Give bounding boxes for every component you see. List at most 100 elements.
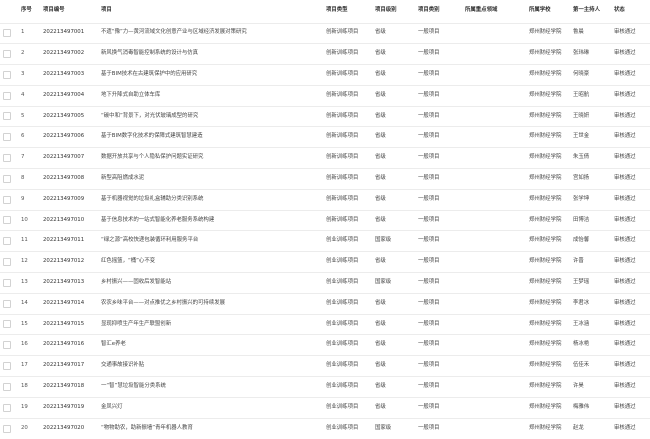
project-name[interactable]: 不遗“豫”力—黄河流域文化创意产业与区域经济发展对策研究 xyxy=(98,23,323,44)
project-name[interactable]: 新风换气消毒智能控制系统的设计与仿真 xyxy=(98,44,323,65)
project-name[interactable]: 显现抑喷生产年生产联盟创新 xyxy=(98,314,323,335)
project-type: 创业训练项目 xyxy=(326,341,359,348)
table-row[interactable]: 19 202213497019 金凤兴灯 创业训练项目 省级 一般项目 郑州财经学院 梅雅伟 审… xyxy=(0,397,650,418)
project-level: 省级 xyxy=(375,299,386,306)
table-row[interactable]: 8 202213497008 新型高阻燃成水泥 创新训练项目 省级 一般项目 郑州财经学院 宫… xyxy=(0,168,650,190)
row-checkbox[interactable] xyxy=(3,424,11,433)
row-checkbox[interactable] xyxy=(3,361,11,370)
header-field[interactable]: 所属重点领域 xyxy=(462,0,526,23)
project-name[interactable]: “绿之源”高校快递包装循环利用服务平台 xyxy=(98,231,323,252)
row-checkbox[interactable] xyxy=(3,299,11,308)
table-row[interactable]: 10 202213497010 基于信息技术的一站式智能化养老服务系统构建 创新训练项… xyxy=(0,210,650,231)
project-school: 郑州财经学院 xyxy=(529,195,562,202)
header-school[interactable]: 所属学校 xyxy=(526,0,570,23)
table-row[interactable]: 3 202213497003 基于BIM技术在古建筑保护中的应用研究 创新训练项目 省级… xyxy=(0,64,650,86)
project-type: 创新训练项目 xyxy=(326,154,359,161)
project-level: 省级 xyxy=(375,341,386,348)
project-code: 202213497015 xyxy=(43,320,85,327)
project-name[interactable]: 基于机器视觉的垃圾礼盒辅助分类识别系统 xyxy=(98,189,323,210)
table-row[interactable]: 11 202213497011 “绿之源”高校快递包装循环利用服务平台 创业训练项目 国… xyxy=(0,230,650,252)
project-name[interactable]: 新型高阻燃成水泥 xyxy=(98,169,323,190)
row-checkbox[interactable] xyxy=(3,153,11,162)
table-row[interactable]: 7 202213497007 数据开放共享与个人隐私保护问题实证研究 创新训练项目 省级… xyxy=(0,147,650,169)
project-field xyxy=(462,231,526,252)
header-status[interactable]: 状态 xyxy=(611,0,650,23)
project-name[interactable]: 农农乡味平台——对点推优之乡村振兴的可持续发展 xyxy=(98,293,323,314)
row-checkbox[interactable] xyxy=(3,174,11,183)
row-checkbox[interactable] xyxy=(3,70,11,79)
project-type: 创新训练项目 xyxy=(326,29,359,36)
table-row[interactable]: 4 202213497004 地下升降式自助立体车库 创新训练项目 省级 一般项目 郑州财经… xyxy=(0,85,650,106)
header-category[interactable]: 项目类别 xyxy=(415,0,462,23)
project-name[interactable]: 金凤兴灯 xyxy=(98,397,323,418)
header-index: 序号 xyxy=(21,7,32,14)
project-field xyxy=(462,377,526,398)
row-checkbox[interactable] xyxy=(3,382,11,391)
header-name[interactable]: 项目 xyxy=(98,0,323,23)
row-checkbox[interactable] xyxy=(3,195,11,204)
project-category: 一般项目 xyxy=(418,403,440,410)
row-checkbox[interactable] xyxy=(3,49,11,58)
project-level: 省级 xyxy=(375,216,386,223)
project-name[interactable]: “碳中和”背景下，对光伏玻璃成型的研究 xyxy=(98,106,323,127)
project-type: 创新训练项目 xyxy=(326,71,359,78)
project-name[interactable]: 红色摇篮，“桶”心不变 xyxy=(98,252,323,273)
row-checkbox[interactable] xyxy=(3,320,11,329)
header-type[interactable]: 项目类型 xyxy=(323,0,372,23)
project-name[interactable]: “物物助农，助新振墙”青年机器人教育 xyxy=(98,418,323,439)
project-category: 一般项目 xyxy=(418,424,440,431)
project-name[interactable]: 一“智”慧垃圾智能分类系统 xyxy=(98,377,323,398)
table-row[interactable]: 14 202213497014 农农乡味平台——对点推优之乡村振兴的可持续发展 创业训… xyxy=(0,293,650,314)
project-school: 郑州财经学院 xyxy=(529,175,562,181)
header-code[interactable]: 项目编号 xyxy=(40,0,98,23)
row-checkbox[interactable] xyxy=(3,29,11,38)
row-checkbox[interactable] xyxy=(3,341,11,350)
table-row[interactable]: 18 202213497018 一“智”慧垃圾智能分类系统 创业训练项目 省级 一般项目 郑… xyxy=(0,376,650,398)
project-level: 省级 xyxy=(375,320,386,327)
table-row[interactable]: 12 202213497012 红色摇篮，“桶”心不变 创业训练项目 省级 一般项目 郑州财… xyxy=(0,251,650,273)
project-field xyxy=(462,106,526,127)
table-row[interactable]: 17 202213497017 交通事故接识补贴 创业训练项目 省级 一般项目 郑州财经学院… xyxy=(0,355,650,377)
row-checkbox[interactable] xyxy=(3,91,11,100)
row-checkbox[interactable] xyxy=(3,133,11,142)
table-row[interactable]: 1 202213497001 不遗“豫”力—黄河流域文化创意产业与区域经济发展对策研… xyxy=(0,23,650,44)
header-level[interactable]: 项目级别 xyxy=(372,0,415,23)
row-index: 20 xyxy=(21,424,28,431)
project-name[interactable]: 地下升降式自助立体车库 xyxy=(98,85,323,106)
project-field xyxy=(462,293,526,314)
row-checkbox[interactable] xyxy=(3,278,11,287)
row-checkbox[interactable] xyxy=(3,257,11,266)
row-index: 9 xyxy=(21,195,25,202)
table-row[interactable]: 5 202213497005 “碳中和”背景下，对光伏玻璃成型的研究 创新训练项目 省级… xyxy=(0,106,650,127)
project-category: 一般项目 xyxy=(418,237,440,244)
row-checkbox[interactable] xyxy=(3,403,11,412)
table-row[interactable]: 15 202213497015 显现抑喷生产年生产联盟创新 创业训练项目 省级 一般项目 郑… xyxy=(0,314,650,335)
project-code: 202213497008 xyxy=(43,175,85,181)
project-name[interactable]: 智汇e养老 xyxy=(98,335,323,356)
row-checkbox[interactable] xyxy=(3,237,11,246)
table-row[interactable]: 16 202213497016 智汇e养老 创业训练项目 省级 一般项目 郑州财经学院 杨冰艳… xyxy=(0,334,650,356)
project-name[interactable]: 乡村振兴——固收后发智能站 xyxy=(98,273,323,294)
header-leader[interactable]: 第一主持人 xyxy=(570,0,611,23)
row-checkbox[interactable] xyxy=(3,112,11,121)
table-row[interactable]: 6 202213497006 基于BIM数字化技术的保障式建筑智慧建造 创新训练项目 省… xyxy=(0,126,650,148)
table-row[interactable]: 20 202213497020 “物物助农，助新振墙”青年机器人教育 创业训练项目 国家… xyxy=(0,418,650,439)
project-name[interactable]: 数据开放共享与个人隐私保护问题实证研究 xyxy=(98,148,323,169)
row-select-cell xyxy=(0,418,18,439)
project-code: 202213497011 xyxy=(43,237,85,244)
project-name[interactable]: 基于BIM技术在古建筑保护中的应用研究 xyxy=(98,65,323,86)
project-category: 一般项目 xyxy=(418,278,440,285)
row-index: 10 xyxy=(21,216,28,223)
project-field xyxy=(462,273,526,294)
project-name[interactable]: 基于BIM数字化技术的保障式建筑智慧建造 xyxy=(98,127,323,148)
row-checkbox[interactable] xyxy=(3,216,11,225)
row-select-cell xyxy=(0,127,18,148)
project-level: 省级 xyxy=(375,362,386,369)
table-row[interactable]: 9 202213497009 基于机器视觉的垃圾礼盒辅助分类识别系统 创新训练项目 省级… xyxy=(0,189,650,210)
project-name[interactable]: 交通事故接识补贴 xyxy=(98,356,323,377)
project-name[interactable]: 基于信息技术的一站式智能化养老服务系统构建 xyxy=(98,210,323,231)
table-row[interactable]: 2 202213497002 新风换气消毒智能控制系统的设计与仿真 创新训练项目 省级 一… xyxy=(0,43,650,65)
project-school: 郑州财经学院 xyxy=(529,258,562,265)
project-status: 审核通过 xyxy=(614,382,636,389)
table-row[interactable]: 13 202213497013 乡村振兴——固收后发智能站 创业训练项目 国家级 一般项目… xyxy=(0,272,650,294)
